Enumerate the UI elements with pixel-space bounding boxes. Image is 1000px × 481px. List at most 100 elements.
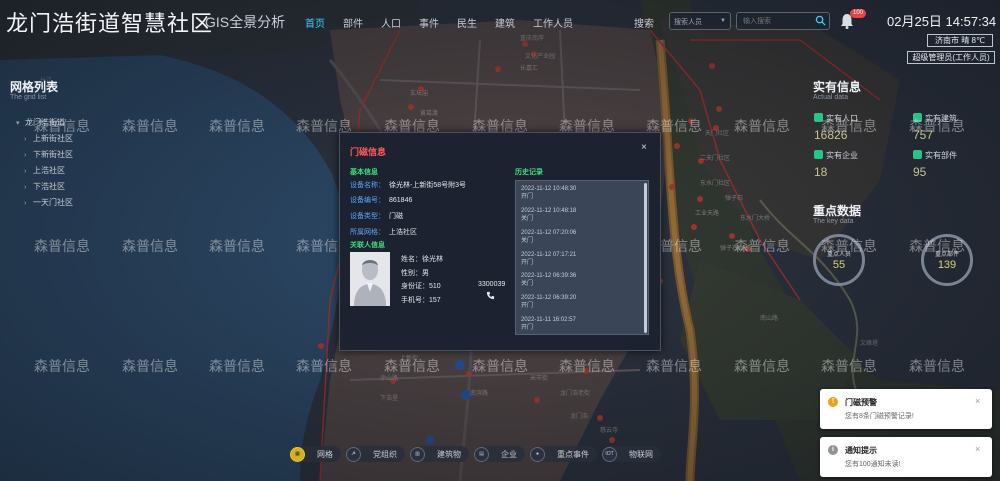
- component-icon: [913, 150, 922, 159]
- toast-notification[interactable]: i 通知提示 您有100通知未读! ×: [820, 437, 992, 477]
- field-device-id: 设备编号： 861846: [350, 195, 412, 205]
- gauge-label: 重点人员: [826, 252, 851, 258]
- search-icon[interactable]: [815, 15, 826, 26]
- history-action: 关门: [521, 281, 534, 287]
- grid-item-shangxinjie[interactable]: › 上新街社区: [16, 133, 73, 149]
- chevron-right-icon: ›: [24, 136, 27, 143]
- gauge-key-persons[interactable]: 重点人员 55: [813, 234, 865, 286]
- grid-item-xiaxinjie[interactable]: › 下新街社区: [16, 149, 73, 165]
- field-value: 徐光林-上新街58号附3号: [389, 182, 467, 189]
- toast-body: 您有100通知未读!: [845, 461, 901, 468]
- stat-components-value: 95: [913, 165, 927, 179]
- person-phone: 手机号：157: [401, 297, 441, 304]
- grid-list-subtitle: The grid list: [10, 94, 47, 101]
- stat-components: 实有部件: [913, 150, 957, 161]
- toast-title: 门磁预警: [845, 398, 877, 407]
- nav-events[interactable]: 事件: [410, 15, 448, 30]
- datetime: 02月25日 14:57:34: [887, 14, 997, 29]
- history-item: 2022-11-12 07:17:21 开门: [521, 251, 576, 267]
- nav-components[interactable]: 部件: [334, 15, 372, 30]
- stat-buildings: 实有建筑: [913, 113, 957, 124]
- history-item: 2022-11-12 10:48:30 开门: [521, 185, 576, 201]
- field-key: 设备名称：: [350, 182, 385, 189]
- nav-livelihood[interactable]: 民生: [448, 15, 486, 30]
- person-name: 姓名：徐光林: [401, 256, 443, 263]
- search-type-select[interactable]: 搜索人员 ▼: [669, 12, 731, 30]
- app-subtitle: GIS全景分析: [205, 14, 286, 30]
- gauge-key-components[interactable]: 重点部件 139: [921, 234, 973, 286]
- layer-label: 建筑物: [437, 449, 461, 459]
- id-label: 身份证：: [401, 283, 429, 290]
- layer-iot[interactable]: IOT 物联网: [602, 446, 661, 462]
- history-action: 开门: [521, 194, 534, 200]
- grid-item-yitianmen[interactable]: › 一天门社区: [16, 197, 73, 213]
- field-value: 861846: [389, 197, 413, 204]
- grid-item-longmenhao[interactable]: ▾ 龙门浩街道: [16, 117, 73, 133]
- chevron-right-icon: ›: [24, 184, 27, 191]
- enterprise-icon: [814, 150, 823, 159]
- id-head: 510: [429, 283, 441, 290]
- grid-list: ▾ 龙门浩街道 › 上新街社区 › 下新街社区 › 上浩社区 › 下浩社区 › 一天门社区: [16, 117, 73, 213]
- field-value: 门磁: [389, 213, 403, 220]
- close-icon[interactable]: ×: [975, 396, 980, 406]
- warning-icon: !: [828, 397, 838, 407]
- population-icon: [814, 113, 823, 122]
- history-item: 2022-11-12 10:48:18 关门: [521, 207, 576, 223]
- stat-population: 实有人口: [814, 113, 858, 124]
- door-sensor-dialog: 门磁信息 × 基本信息 设备名称： 徐光林-上新街58号附3号 设备编号： 8618…: [339, 132, 661, 351]
- person-avatar: [350, 252, 390, 306]
- layer-party[interactable]: ☭ 党组织: [346, 446, 405, 462]
- nav-population[interactable]: 人口: [372, 15, 410, 30]
- layer-building[interactable]: ▥ 建筑物: [410, 446, 469, 462]
- close-icon[interactable]: ×: [975, 444, 980, 454]
- history-action: 关门: [521, 238, 534, 244]
- grid-item-label: 龙门浩街道: [25, 118, 65, 127]
- layer-label: 党组织: [373, 449, 397, 459]
- stat-label: 实有人口: [826, 114, 858, 123]
- stat-label: 实有建筑: [925, 114, 957, 123]
- person-id-tail: 3300039: [478, 281, 506, 288]
- grid-icon: ▦: [290, 446, 305, 462]
- gauge-value: 55: [832, 259, 846, 271]
- person-info-heading: 关联人信息: [350, 242, 385, 249]
- stat-enterprises: 实有企业: [814, 150, 858, 161]
- toast-title: 通知提示: [845, 446, 877, 455]
- toast-door-alert[interactable]: ! 门磁预警 您有8条门磁预警记录! ×: [820, 389, 992, 429]
- layer-enterprise[interactable]: ▤ 企业: [474, 446, 525, 462]
- history-item: 2022-11-12 06:39:36 关门: [521, 272, 576, 288]
- building-icon: [913, 113, 922, 122]
- chevron-right-icon: ›: [24, 152, 27, 159]
- layer-event[interactable]: ● 重点事件: [530, 446, 597, 462]
- layer-label: 重点事件: [557, 449, 589, 459]
- field-device-name: 设备名称： 徐光林-上新街58号附3号: [350, 180, 466, 190]
- gauge-label: 重点部件: [934, 252, 959, 258]
- history-time: 2022-11-12 07:17:21: [521, 252, 577, 258]
- grid-item-label: 一天门社区: [33, 198, 73, 207]
- close-icon[interactable]: ×: [641, 142, 647, 153]
- stat-enterprises-value: 18: [814, 165, 828, 179]
- event-icon: ●: [530, 446, 545, 462]
- field-grid: 所属网格： 上浩社区: [350, 227, 417, 237]
- history-scrollbar[interactable]: [644, 183, 647, 333]
- grid-item-shanghao[interactable]: › 上浩社区: [16, 165, 73, 181]
- gauge-value: 139: [937, 259, 957, 271]
- nav-staff[interactable]: 工作人员: [524, 15, 582, 30]
- history-list[interactable]: 2022-11-12 10:48:30 开门 2022-11-12 10:48:1…: [515, 180, 649, 335]
- grid-item-label: 上浩社区: [33, 166, 65, 175]
- layer-label: 企业: [501, 449, 517, 459]
- layer-label: 物联网: [629, 449, 653, 459]
- nav-home[interactable]: 首页: [296, 15, 334, 30]
- chevron-right-icon: ›: [24, 168, 27, 175]
- user-role-badge[interactable]: 超级管理员(工作人员): [907, 51, 995, 64]
- nav-buildings[interactable]: 建筑: [486, 15, 524, 30]
- stat-label: 实有部件: [925, 151, 957, 160]
- key-data-subtitle: The key data: [813, 218, 854, 225]
- grid-item-xiahao[interactable]: › 下浩社区: [16, 181, 73, 197]
- phone-icon[interactable]: [486, 291, 495, 300]
- iot-icon: IOT: [602, 446, 617, 462]
- layer-label: 网格: [317, 449, 333, 459]
- field-device-type: 设备类型： 门磁: [350, 211, 403, 221]
- layer-grid[interactable]: ▦ 网格: [290, 446, 341, 462]
- key-data-title: 重点数据: [813, 204, 862, 218]
- chevron-right-icon: ›: [24, 200, 27, 207]
